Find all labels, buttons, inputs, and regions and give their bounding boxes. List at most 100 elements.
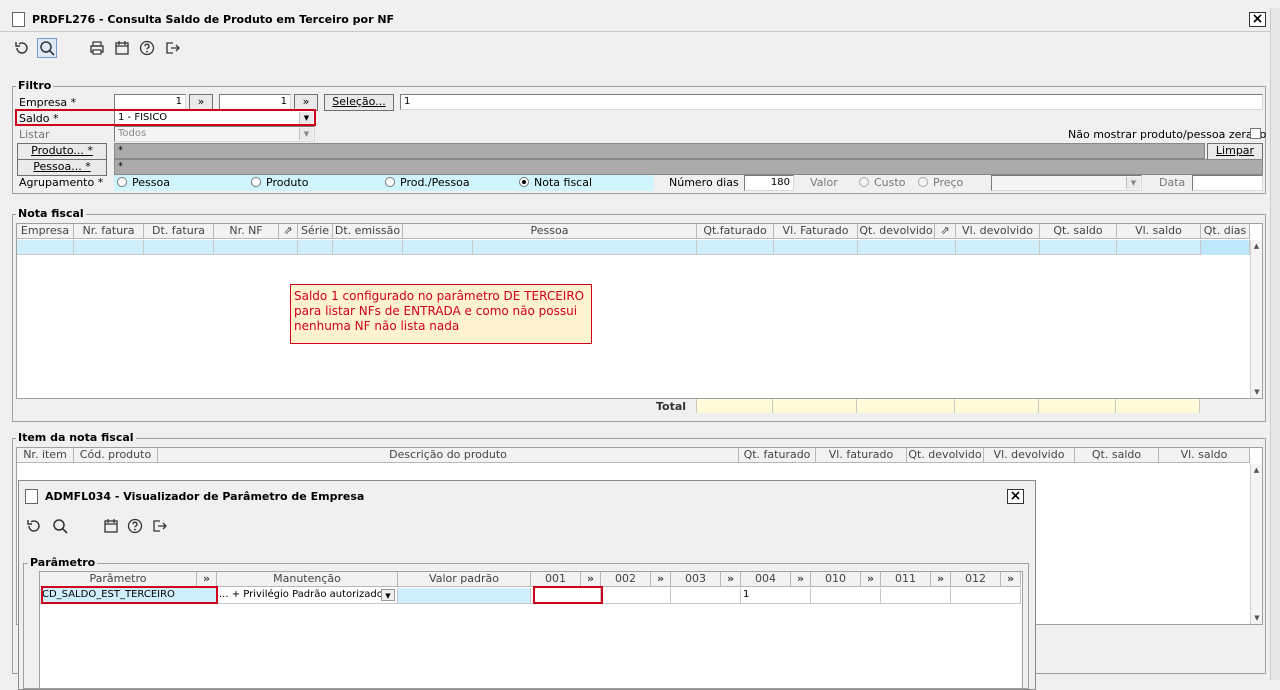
annotation-note: Saldo 1 configurado no parâmetro DE TERC… [290, 284, 592, 344]
pessoa-button[interactable]: Pessoa... * [17, 159, 107, 176]
search-icon[interactable] [37, 38, 57, 58]
col-qt-faturado[interactable]: Qt. faturado [739, 448, 816, 463]
total-label: Total [656, 400, 687, 413]
col-empresa[interactable]: Empresa [17, 224, 74, 239]
col-nr-item[interactable]: Nr. item [17, 448, 74, 463]
radio-prod-pessoa[interactable] [385, 177, 395, 187]
col-qt-devolvido[interactable]: Qt. devolvido [858, 224, 935, 239]
item-nota-scrollbar[interactable]: ▲ ▼ [1250, 464, 1262, 624]
col-descricao[interactable]: Descrição do produto [158, 448, 739, 463]
agrupamento-label: Agrupamento * [19, 176, 104, 189]
col-011[interactable]: 011 [881, 572, 931, 587]
app-icon [25, 489, 38, 504]
cell-012[interactable] [951, 588, 1021, 603]
cell-010[interactable] [811, 588, 881, 603]
col-003[interactable]: 003 [671, 572, 721, 587]
data-input[interactable] [1192, 175, 1263, 191]
nao-mostrar-checkbox[interactable] [1250, 128, 1261, 139]
col-qt-devolvido[interactable]: Qt. devolvido [907, 448, 984, 463]
scroll-up-icon[interactable]: ▲ [1251, 466, 1262, 474]
radio-preco[interactable] [918, 177, 928, 187]
cell-004[interactable]: 1 [741, 588, 811, 603]
print-icon[interactable] [87, 38, 107, 58]
calendar-icon[interactable] [112, 38, 132, 58]
cell-manutencao[interactable]: ... + Privilégio Padrão autorizado ▼ [217, 588, 398, 603]
col-001-expand[interactable]: » [581, 572, 601, 587]
main-title-bar: PRDFL276 - Consulta Saldo de Produto em … [0, 8, 1270, 32]
col-011-expand[interactable]: » [931, 572, 951, 587]
col-vl-devolvido[interactable]: Vl. devolvido [956, 224, 1040, 239]
empresa-label: Empresa * [19, 96, 77, 109]
col-002[interactable]: 002 [601, 572, 651, 587]
col-vl-faturado[interactable]: Vl. faturado [816, 448, 907, 463]
col-nr-nf[interactable]: Nr. NF [214, 224, 279, 239]
col-parametro-expand[interactable]: » [197, 572, 217, 587]
cell-valor-padrao[interactable] [398, 588, 531, 603]
col-012[interactable]: 012 [951, 572, 1001, 587]
listar-label: Listar [19, 128, 50, 141]
popup-close-button[interactable]: × [1007, 489, 1024, 504]
nota-fiscal-scrollbar[interactable]: ▲ ▼ [1250, 240, 1262, 398]
cell-003[interactable] [671, 588, 741, 603]
col-nr-fatura[interactable]: Nr. fatura [74, 224, 144, 239]
col-qt-faturado[interactable]: Qt.faturado [697, 224, 774, 239]
col-qt-saldo[interactable]: Qt. saldo [1040, 224, 1117, 239]
nota-fiscal-table[interactable]: Empresa Nr. fatura Dt. fatura Nr. NF ⇗ S… [16, 223, 1263, 399]
col-vl-devolvido[interactable]: Vl. devolvido [984, 448, 1075, 463]
empresa-to-input[interactable]: 1 [219, 94, 291, 110]
selecao-button[interactable]: Seleção... [324, 94, 394, 111]
table-row[interactable] [17, 240, 1250, 255]
radio-pessoa[interactable] [117, 177, 127, 187]
col-sort-icon-2[interactable]: ⇗ [935, 224, 956, 239]
cell-002[interactable] [601, 588, 671, 603]
cell-011[interactable] [881, 588, 951, 603]
col-vl-saldo[interactable]: Vl. saldo [1117, 224, 1201, 239]
exit-icon[interactable] [162, 38, 182, 58]
col-010-expand[interactable]: » [861, 572, 881, 587]
col-pessoa[interactable]: Pessoa [403, 224, 697, 239]
scroll-down-icon[interactable]: ▼ [1251, 614, 1263, 622]
scroll-up-icon[interactable]: ▲ [1251, 242, 1262, 250]
right-scrollbar[interactable] [1270, 8, 1280, 680]
col-dt-fatura[interactable]: Dt. fatura [144, 224, 214, 239]
valor-select[interactable]: ▼ [991, 175, 1142, 191]
radio-produto[interactable] [251, 177, 261, 187]
exit-icon[interactable] [149, 516, 169, 536]
search-icon[interactable] [50, 516, 70, 536]
col-manutencao[interactable]: Manutenção [217, 572, 398, 587]
refresh-icon[interactable] [12, 38, 32, 58]
limpar-button[interactable]: Limpar [1207, 143, 1263, 160]
col-010[interactable]: 010 [811, 572, 861, 587]
selecao-value[interactable]: 1 [400, 94, 1263, 110]
col-003-expand[interactable]: » [721, 572, 741, 587]
help-icon[interactable] [137, 38, 157, 58]
radio-nota-fiscal[interactable] [519, 177, 529, 187]
radio-custo[interactable] [859, 177, 869, 187]
numero-dias-input[interactable]: 180 [744, 175, 794, 191]
help-icon[interactable] [125, 516, 145, 536]
col-sort-icon[interactable]: ⇗ [279, 224, 298, 239]
close-button[interactable]: × [1249, 12, 1266, 27]
col-002-expand[interactable]: » [651, 572, 671, 587]
col-vl-faturado[interactable]: Vl. Faturado [774, 224, 858, 239]
col-parametro[interactable]: Parâmetro [40, 572, 197, 587]
col-004-expand[interactable]: » [791, 572, 811, 587]
col-qt-saldo[interactable]: Qt. saldo [1075, 448, 1159, 463]
calendar-icon[interactable] [101, 516, 121, 536]
col-vl-saldo[interactable]: Vl. saldo [1159, 448, 1250, 463]
col-serie[interactable]: Série [298, 224, 333, 239]
col-012-expand[interactable]: » [1001, 572, 1021, 587]
row-cell [774, 240, 858, 255]
col-cod-produto[interactable]: Cód. produto [74, 448, 158, 463]
col-qt-dias[interactable]: Qt. dias [1201, 224, 1250, 239]
refresh-icon[interactable] [24, 516, 44, 536]
col-valor-padrao[interactable]: Valor padrão [398, 572, 531, 587]
chevron-down-icon[interactable]: ▼ [381, 589, 395, 601]
listar-select[interactable]: Todos ▼ [114, 126, 315, 142]
produto-button[interactable]: Produto... * [17, 143, 107, 160]
col-004[interactable]: 004 [741, 572, 791, 587]
col-001[interactable]: 001 [531, 572, 581, 587]
scroll-down-icon[interactable]: ▼ [1251, 388, 1263, 396]
empresa-from-input[interactable]: 1 [114, 94, 186, 110]
col-dt-emissao[interactable]: Dt. emissão [333, 224, 403, 239]
